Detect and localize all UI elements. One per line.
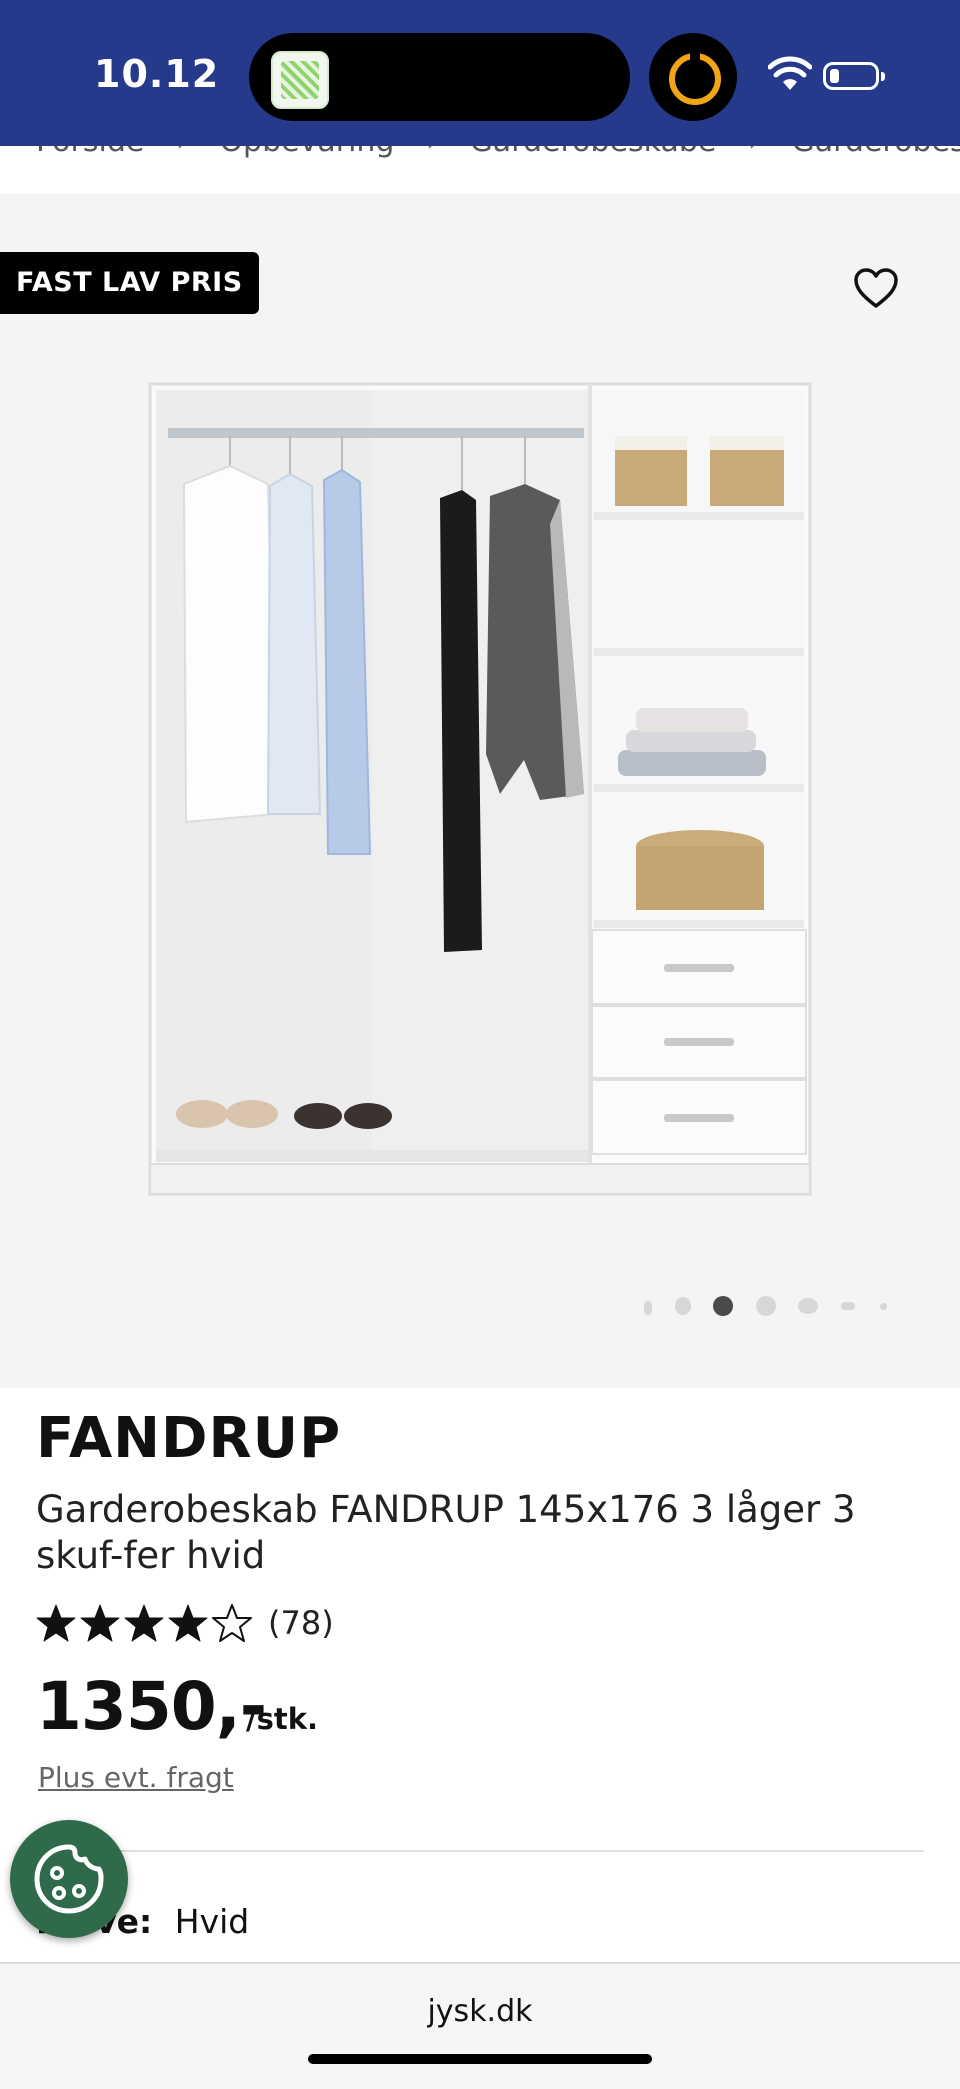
star-filled-icon (168, 1604, 208, 1642)
product-gallery[interactable]: FAST LAV PRIS (0, 194, 960, 1388)
browser-address-bar[interactable]: jysk.dk (0, 1962, 960, 2089)
product-name: Garderobeskab FANDRUP 145x176 3 låger 3 … (36, 1488, 856, 1577)
price-badge: FAST LAV PRIS (0, 252, 259, 314)
color-value: Hvid (174, 1902, 250, 1941)
breadcrumb-separator: › (176, 146, 188, 159)
gallery-dot[interactable] (841, 1302, 855, 1310)
breadcrumb-separator: › (748, 146, 760, 159)
gallery-dot[interactable] (713, 1296, 733, 1316)
cookie-icon (34, 1844, 104, 1914)
dynamic-island[interactable] (249, 33, 630, 121)
breadcrumb-item-opbevaring[interactable]: Opbevaring (219, 146, 394, 159)
status-bar: 10.12 (0, 0, 960, 146)
heart-outline-icon[interactable] (853, 268, 899, 310)
gallery-dot[interactable] (644, 1301, 652, 1315)
gallery-dot[interactable] (675, 1297, 691, 1315)
shipping-link[interactable]: Plus evt. fragt (38, 1761, 234, 1794)
wifi-icon (768, 56, 812, 90)
product-price: 1350,- (36, 1668, 267, 1745)
breadcrumb-item-garderobeskabe[interactable]: Garderobeskabe (470, 146, 717, 159)
star-filled-icon (36, 1604, 76, 1642)
product-rating[interactable]: (78) (36, 1600, 334, 1646)
gallery-dot[interactable] (756, 1296, 776, 1316)
breadcrumb-item-current[interactable]: Garderobeskab FANDRUP (791, 146, 960, 159)
product-brand: FANDRUP (36, 1406, 342, 1471)
notes-app-icon[interactable] (271, 51, 329, 109)
price-unit: /stk. (246, 1702, 319, 1736)
gallery-dot[interactable] (880, 1303, 887, 1310)
status-time: 10.12 (94, 52, 220, 96)
star-filled-icon (124, 1604, 164, 1642)
timer-ring-icon[interactable] (649, 33, 737, 121)
star-filled-icon (80, 1604, 120, 1642)
gallery-dot[interactable] (798, 1298, 818, 1314)
rating-count[interactable]: (78) (268, 1604, 334, 1642)
home-indicator[interactable] (308, 2054, 652, 2064)
divider (36, 1850, 924, 1852)
product-image[interactable] (140, 374, 820, 1214)
breadcrumb-separator: › (426, 146, 438, 159)
breadcrumb: Forside › Opbevaring › Garderobeskabe › … (0, 146, 960, 194)
gallery-pagination[interactable] (0, 1294, 960, 1318)
browser-domain[interactable]: jysk.dk (0, 1994, 960, 2029)
battery-icon (823, 62, 885, 90)
cookie-settings-button[interactable] (10, 1820, 128, 1938)
breadcrumb-item-forside[interactable]: Forside (36, 146, 144, 159)
star-empty-icon (212, 1604, 252, 1642)
